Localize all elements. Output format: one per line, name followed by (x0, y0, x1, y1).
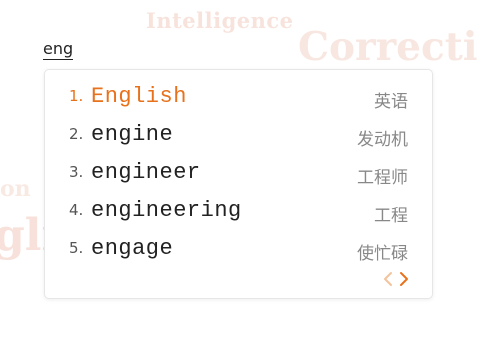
candidate-index: 4. (69, 201, 84, 219)
candidate-word: engineer (91, 160, 201, 185)
candidate-word: engineering (91, 198, 242, 223)
watermark-intelligence: Intelligence (146, 8, 294, 33)
candidate-translation: 工程师 (357, 168, 408, 188)
pager (382, 271, 410, 287)
candidate-translation: 发动机 (357, 130, 408, 150)
candidate-panel: 1. English 英语 2. engine 发动机 3. engineer … (44, 69, 433, 299)
candidate-item-3[interactable]: 3. engineer 工程师 (45, 154, 432, 192)
candidate-translation: 使忙碌 (357, 244, 408, 264)
typed-input-text[interactable]: eng (43, 40, 74, 60)
chevron-left-icon[interactable] (382, 271, 394, 287)
candidate-item-5[interactable]: 5. engage 使忙碌 (45, 230, 432, 268)
watermark-on: on (0, 176, 31, 202)
candidate-item-2[interactable]: 2. engine 发动机 (45, 116, 432, 154)
candidate-translation: 工程 (374, 206, 408, 226)
candidate-translation: 英语 (374, 92, 408, 112)
watermark-correction: Correcti (298, 24, 478, 70)
candidate-index: 5. (69, 239, 84, 257)
candidate-word: English (91, 84, 187, 109)
candidate-index: 3. (69, 163, 84, 181)
candidate-word: engine (91, 122, 174, 147)
candidate-index: 2. (69, 125, 84, 143)
candidate-word: engage (91, 236, 174, 261)
candidate-index: 1. (69, 87, 84, 105)
chevron-right-icon[interactable] (398, 271, 410, 287)
candidate-item-4[interactable]: 4. engineering 工程 (45, 192, 432, 230)
candidate-item-1[interactable]: 1. English 英语 (45, 78, 432, 116)
